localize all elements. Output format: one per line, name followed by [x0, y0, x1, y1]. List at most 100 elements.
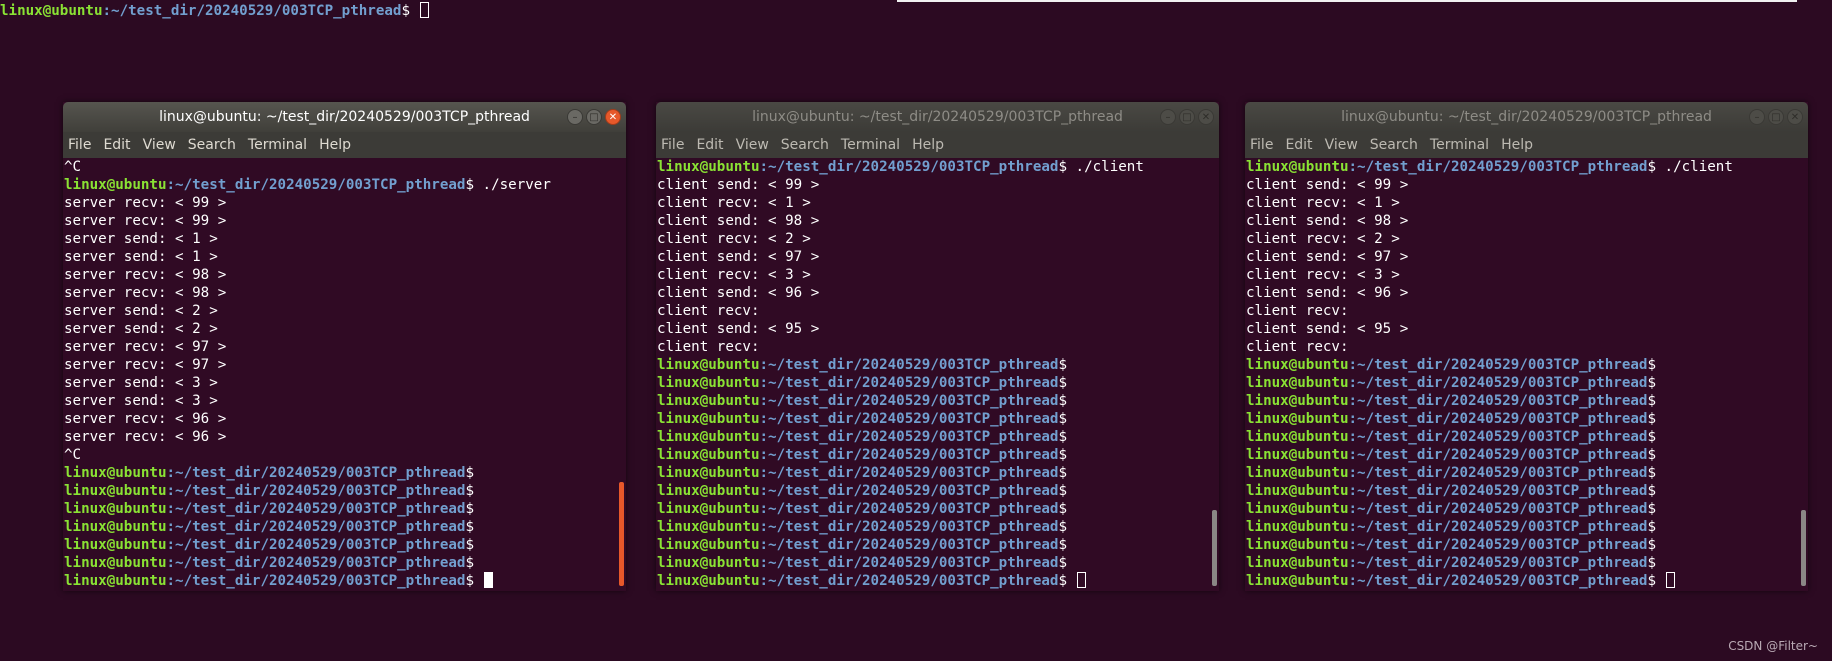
window-titlebar[interactable]: linux@ubuntu: ~/test_dir/20240529/003TCP… — [63, 102, 626, 132]
output-line: client send: < 95 > — [1246, 321, 1409, 337]
prompt-symbol: $ — [1058, 375, 1068, 391]
output-line: server send: < 3 > — [64, 375, 218, 391]
prompt-line: linux@ubuntu:~/test_dir/20240529/003TCP_… — [64, 536, 626, 554]
menu-file[interactable]: File — [1250, 137, 1273, 153]
prompt-line: linux@ubuntu:~/test_dir/20240529/003TCP_… — [1246, 536, 1808, 554]
terminal-output[interactable]: ^C linux@ubuntu:~/test_dir/20240529/003TC… — [63, 158, 626, 591]
menu-file[interactable]: File — [661, 137, 684, 153]
prompt-symbol: $ — [1647, 465, 1657, 481]
prompt-path: :~/test_dir/20240529/003TCP_pthread — [759, 429, 1059, 445]
menu-terminal[interactable]: Terminal — [1430, 137, 1489, 153]
prompt-symbol: $ — [1647, 393, 1657, 409]
text-cursor — [419, 2, 429, 18]
command-text: ./client — [1067, 159, 1144, 175]
prompt-symbol: $ — [1647, 537, 1657, 553]
output-line: client recv: < 1 > — [657, 195, 811, 211]
output-line: client recv: — [657, 339, 760, 355]
menu-view[interactable]: View — [143, 137, 176, 153]
scrollbar[interactable] — [1212, 510, 1217, 586]
prompt-path: :~/test_dir/20240529/003TCP_pthread — [1348, 537, 1648, 553]
close-icon[interactable]: ✕ — [605, 109, 621, 125]
terminal-output[interactable]: linux@ubuntu:~/test_dir/20240529/003TCP_… — [1245, 158, 1808, 591]
output-line: server recv: < 98 > — [64, 267, 227, 283]
prompt-line: linux@ubuntu:~/test_dir/20240529/003TCP_… — [1246, 518, 1808, 536]
prompt-user: linux@ubuntu — [64, 501, 167, 517]
prompt-user: linux@ubuntu — [64, 483, 167, 499]
close-icon[interactable]: ✕ — [1198, 109, 1214, 125]
menu-terminal[interactable]: Terminal — [841, 137, 900, 153]
menu-view[interactable]: View — [1325, 137, 1358, 153]
prompt-symbol: $ — [1058, 465, 1068, 481]
scrollbar[interactable] — [619, 482, 624, 586]
menu-edit[interactable]: Edit — [696, 137, 723, 153]
menu-help[interactable]: Help — [319, 137, 351, 153]
minimize-icon[interactable]: – — [1749, 109, 1765, 125]
prompt-line: linux@ubuntu:~/test_dir/20240529/003TCP_… — [1246, 428, 1808, 446]
prompt-user: linux@ubuntu — [64, 555, 167, 571]
background-terminal[interactable]: linux@ubuntu:~/test_dir/20240529/003TCP_… — [0, 2, 429, 20]
scrollbar[interactable] — [1801, 510, 1806, 586]
prompt-user: linux@ubuntu — [657, 501, 760, 517]
prompt-line: linux@ubuntu:~/test_dir/20240529/003TCP_… — [64, 554, 626, 572]
prompt-symbol: $ — [465, 501, 475, 517]
prompt-line: linux@ubuntu:~/test_dir/20240529/003TCP_… — [64, 572, 626, 590]
prompt-symbol: $ — [1058, 447, 1068, 463]
terminal-window-server[interactable]: linux@ubuntu: ~/test_dir/20240529/003TCP… — [63, 102, 626, 591]
menu-help[interactable]: Help — [912, 137, 944, 153]
menu-edit[interactable]: Edit — [1285, 137, 1312, 153]
output-line: server recv: < 96 > — [64, 429, 227, 445]
maximize-icon[interactable]: □ — [1768, 109, 1784, 125]
prompt-path: :~/test_dir/20240529/003TCP_pthread — [759, 411, 1059, 427]
maximize-icon[interactable]: □ — [1179, 109, 1195, 125]
prompt-symbol: $ — [465, 537, 475, 553]
close-icon[interactable]: ✕ — [1787, 109, 1803, 125]
prompt-line: linux@ubuntu:~/test_dir/20240529/003TCP_… — [657, 464, 1219, 482]
prompt-line: linux@ubuntu:~/test_dir/20240529/003TCP_… — [1246, 572, 1808, 590]
output-line: ^C — [64, 159, 82, 175]
terminal-output[interactable]: linux@ubuntu:~/test_dir/20240529/003TCP_… — [656, 158, 1219, 591]
menu-search[interactable]: Search — [781, 137, 829, 153]
minimize-icon[interactable]: – — [567, 109, 583, 125]
maximize-icon[interactable]: □ — [586, 109, 602, 125]
menu-edit[interactable]: Edit — [103, 137, 130, 153]
prompt-path: :~/test_dir/20240529/003TCP_pthread — [1348, 483, 1648, 499]
menu-file[interactable]: File — [68, 137, 91, 153]
prompt-path: :~/test_dir/20240529/003TCP_pthread — [166, 519, 466, 535]
output-line: server send: < 2 > — [64, 303, 218, 319]
prompt-path: :~/test_dir/20240529/003TCP_pthread — [166, 573, 466, 589]
command-text — [1656, 573, 1665, 589]
prompt-symbol: $ — [1647, 411, 1657, 427]
prompt-path: :~/test_dir/20240529/003TCP_pthread — [759, 501, 1059, 517]
prompt-line: linux@ubuntu:~/test_dir/20240529/003TCP_… — [1246, 356, 1808, 374]
menu-terminal[interactable]: Terminal — [248, 137, 307, 153]
prompt-line: linux@ubuntu:~/test_dir/20240529/003TCP_… — [657, 392, 1219, 410]
prompt-user: linux@ubuntu — [657, 447, 760, 463]
prompt-symbol: $ — [1058, 519, 1068, 535]
prompt-symbol: $ — [1058, 501, 1068, 517]
prompt-user: linux@ubuntu — [1246, 465, 1349, 481]
prompt-user: linux@ubuntu — [1246, 483, 1349, 499]
window-titlebar[interactable]: linux@ubuntu: ~/test_dir/20240529/003TCP… — [1245, 102, 1808, 132]
prompt-path: :~/test_dir/20240529/003TCP_pthread — [1348, 573, 1648, 589]
prompt-user: linux@ubuntu — [657, 555, 760, 571]
menu-view[interactable]: View — [736, 137, 769, 153]
command-text — [1067, 573, 1076, 589]
minimize-icon[interactable]: – — [1160, 109, 1176, 125]
prompt-user: linux@ubuntu — [1246, 447, 1349, 463]
prompt-user: linux@ubuntu — [657, 537, 760, 553]
terminal-window-client-2[interactable]: linux@ubuntu: ~/test_dir/20240529/003TCP… — [1245, 102, 1808, 591]
prompt-line: linux@ubuntu:~/test_dir/20240529/003TCP_… — [64, 518, 626, 536]
prompt-user: linux@ubuntu — [1246, 411, 1349, 427]
terminal-window-client-1[interactable]: linux@ubuntu: ~/test_dir/20240529/003TCP… — [656, 102, 1219, 591]
prompt-symbol: $ — [465, 465, 475, 481]
window-controls: – □ ✕ — [567, 109, 621, 125]
menu-search[interactable]: Search — [188, 137, 236, 153]
menu-help[interactable]: Help — [1501, 137, 1533, 153]
prompt-line: linux@ubuntu:~/test_dir/20240529/003TCP_… — [1246, 158, 1808, 176]
prompt-line: linux@ubuntu:~/test_dir/20240529/003TCP_… — [1246, 482, 1808, 500]
window-titlebar[interactable]: linux@ubuntu: ~/test_dir/20240529/003TCP… — [656, 102, 1219, 132]
prompt-line: linux@ubuntu:~/test_dir/20240529/003TCP_… — [657, 554, 1219, 572]
prompt-symbol: $ — [1647, 375, 1657, 391]
menu-search[interactable]: Search — [1370, 137, 1418, 153]
prompt-symbol: $ — [1058, 537, 1068, 553]
